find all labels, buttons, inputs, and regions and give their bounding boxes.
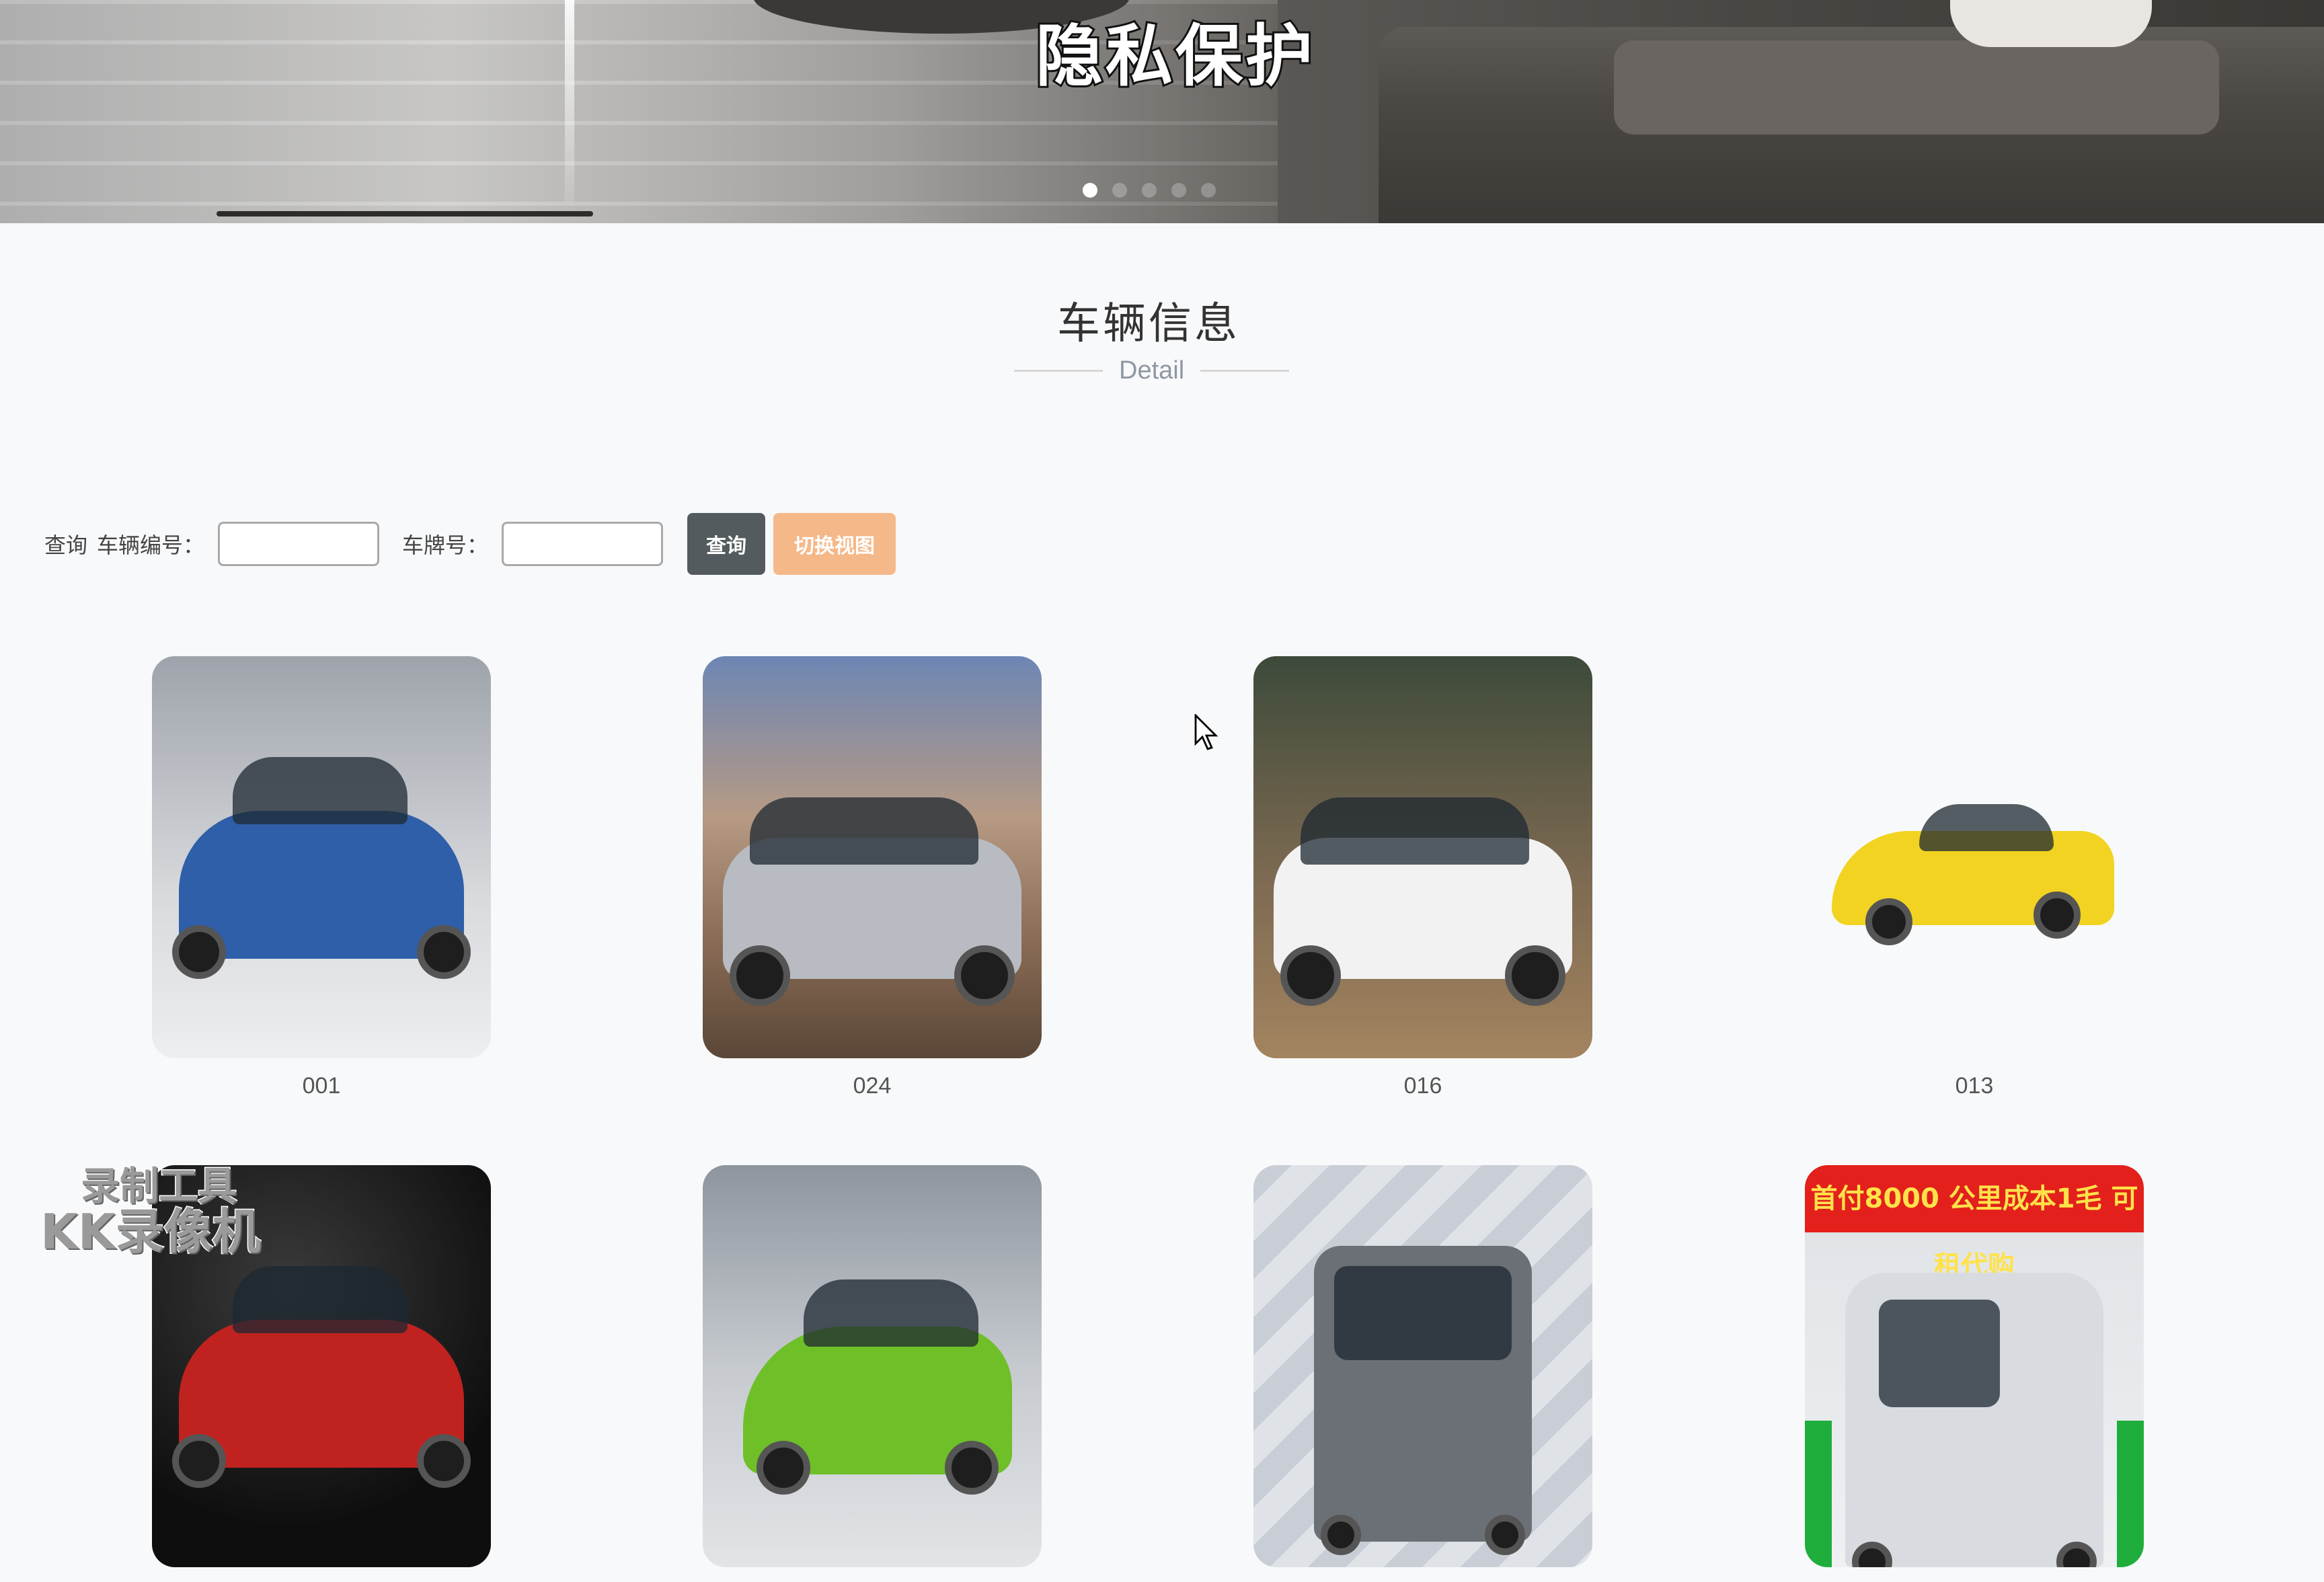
banner-pillow [1950,0,2152,47]
car-windshield [1919,804,2054,851]
watermark-line-1: 录制工具 [80,1163,238,1209]
plate-input[interactable] [502,522,664,566]
carousel-dot-5[interactable] [1201,183,1216,198]
car-wheel [1321,1515,1361,1555]
car-wheel [417,1434,471,1488]
car-wheel [1505,945,1565,1006]
car-photo[interactable] [1253,656,1592,1058]
switch-view-button[interactable]: 切换视图 [773,513,896,575]
car-windshield [233,1266,408,1333]
search-bar: 查询 车辆编号： 车牌号： 查询 切换视图 [44,513,896,575]
car-photo[interactable] [1805,656,2144,1058]
car-code-label: 016 [1403,1073,1442,1099]
car-windshield [750,797,978,865]
car-card[interactable]: 013 [1805,656,2144,1099]
car-windshield [804,1279,978,1347]
car-photo[interactable] [703,1165,1042,1567]
car-wheel [730,945,790,1006]
hero-banner: 隐私保护 [0,0,2324,223]
mouse-cursor-icon [1194,714,1218,750]
car-wheel [1485,1515,1525,1555]
subtitle-divider-left [1014,370,1103,372]
banner-light-streak [565,0,574,202]
carousel-dot-4[interactable] [1171,183,1186,198]
car-wheel [2034,892,2081,939]
car-windshield [233,757,408,824]
car-wheel [945,1441,999,1495]
subtitle-divider-right [1200,370,1290,372]
car-card[interactable]: 016 [1253,656,1592,1099]
car-photo[interactable] [703,656,1042,1058]
car-wheel [954,945,1015,1006]
section-subtitle: Detail [1119,356,1185,385]
car-card[interactable]: 024 [703,656,1042,1099]
car-wheel [417,925,471,979]
car-windshield [1334,1266,1512,1360]
watermark-line-2: KK录像机 [40,1203,262,1260]
car-card[interactable]: 001 [152,656,491,1099]
car-ad-banner: 首付8000 公里成本1毛 可租代购 [1805,1165,2144,1281]
car-card[interactable] [703,1165,1042,1582]
car-windshield [1301,797,1529,865]
carousel-dot-3[interactable] [1142,183,1157,198]
recorder-watermark: 录制工具 KK录像机 [40,1163,262,1260]
car-code-label: 013 [1955,1073,1994,1099]
search-prefix-label: 查询 [44,533,88,557]
car-card[interactable] [1253,1165,1592,1582]
car-photo[interactable]: 首付8000 公里成本1毛 可租代购 [1805,1165,2144,1567]
car-code-label: 001 [302,1073,341,1099]
car-photo[interactable] [152,656,491,1058]
banner-caption: 隐私保护 [1034,15,1315,97]
car-code-label: 024 [853,1073,892,1099]
carousel-dot-1[interactable] [1083,183,1097,198]
car-wheel [172,1434,226,1488]
vehicle-no-label: 车辆编号： [97,533,205,557]
car-wheel [1280,945,1341,1006]
vehicle-no-input[interactable] [218,522,380,566]
car-photo[interactable] [1253,1165,1592,1567]
banner-progress-bar [217,211,593,216]
plate-label: 车牌号： [402,533,489,557]
section-subtitle-row: Detail [1014,356,1290,385]
car-wheel [1865,898,1912,945]
car-wheel [172,925,226,979]
car-windshield [1879,1300,2000,1407]
query-button[interactable]: 查询 [687,513,766,575]
car-wheel [757,1441,810,1495]
banner-sofa-cushion [1614,40,2219,134]
section-title: 车辆信息 [1057,299,1240,348]
car-card[interactable]: 首付8000 公里成本1毛 可租代购 [1805,1165,2144,1582]
carousel-dots [1083,183,1216,198]
carousel-dot-2[interactable] [1112,183,1127,198]
